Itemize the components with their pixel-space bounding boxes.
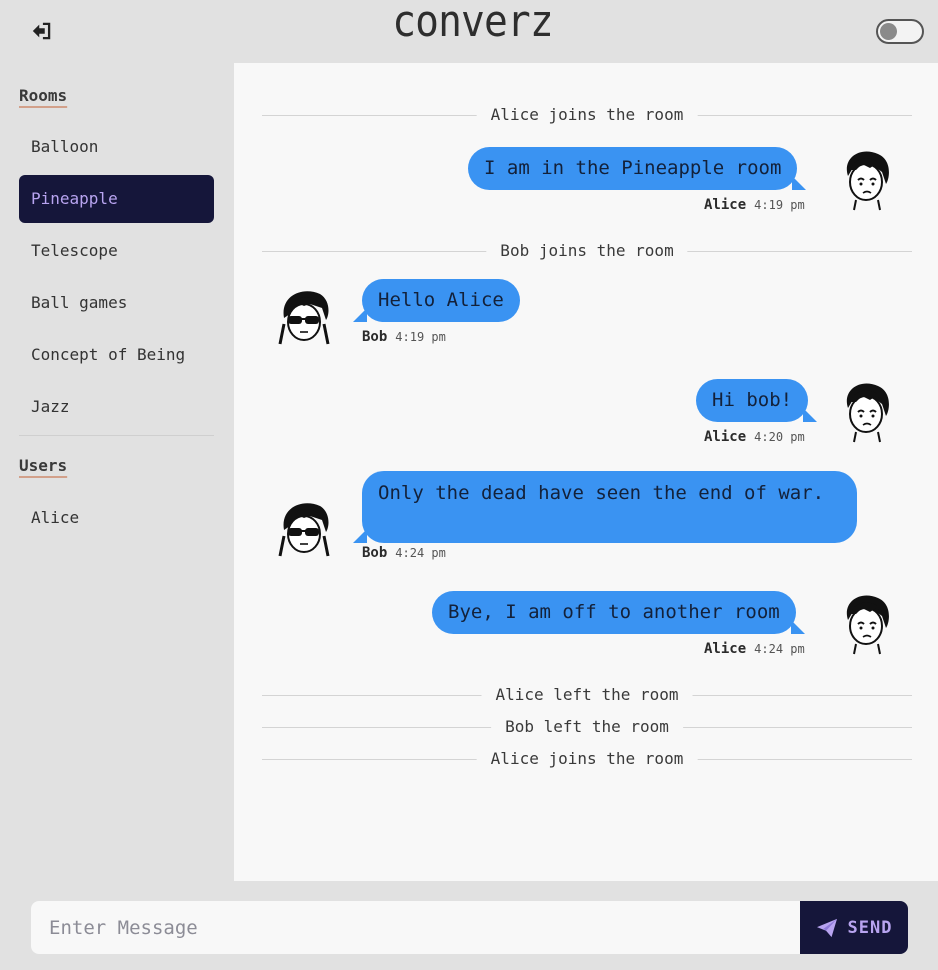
chat-panel: Alice joins the room I am in the Pineapp… bbox=[234, 63, 938, 881]
system-message-text: Bob joins the room bbox=[486, 241, 688, 260]
sidebar-item-concept-of-being[interactable]: Concept of Being bbox=[19, 331, 214, 379]
message-bubble: Hi bob! bbox=[696, 379, 818, 422]
system-message-text: Alice joins the room bbox=[476, 749, 698, 768]
message-author: Bob bbox=[362, 545, 388, 561]
message-meta: Alice 4:19 pm bbox=[704, 197, 805, 213]
theme-toggle[interactable] bbox=[876, 19, 924, 44]
bob-avatar bbox=[278, 503, 330, 557]
send-button-label: SEND bbox=[847, 917, 893, 938]
sidebar-item-pineapple[interactable]: Pineapple bbox=[19, 175, 214, 223]
message-meta: Bob 4:19 pm bbox=[362, 329, 446, 345]
paper-plane-icon bbox=[816, 918, 837, 937]
user-item-alice[interactable]: Alice bbox=[31, 508, 79, 527]
alice-avatar bbox=[846, 383, 889, 443]
app-title: converz bbox=[392, 0, 553, 47]
message-bubble: I am in the Pineapple room bbox=[468, 147, 807, 190]
message-time: 4:24 pm bbox=[395, 546, 446, 560]
system-message: Bob left the room bbox=[262, 717, 912, 737]
message-bubble: Only the dead have seen the end of war. bbox=[353, 471, 857, 543]
system-message: Alice left the room bbox=[262, 685, 912, 705]
system-message: Bob joins the room bbox=[262, 241, 912, 261]
message-meta: Bob 4:24 pm bbox=[362, 545, 446, 561]
system-message: Alice joins the room bbox=[262, 105, 912, 125]
message-author: Alice bbox=[704, 641, 747, 657]
message-author: Alice bbox=[704, 429, 747, 445]
message-time: 4:19 pm bbox=[395, 330, 446, 344]
sidebar-item-jazz[interactable]: Jazz bbox=[19, 383, 214, 431]
sidebar-item-balloon[interactable]: Balloon bbox=[19, 123, 214, 171]
message-bubble: Bye, I am off to another room bbox=[432, 591, 805, 634]
alice-avatar bbox=[846, 595, 889, 655]
rooms-heading: Rooms bbox=[19, 86, 68, 105]
message-meta: Alice 4:20 pm bbox=[704, 429, 805, 445]
message-author: Bob bbox=[362, 329, 388, 345]
system-message-text: Alice joins the room bbox=[476, 105, 698, 124]
sidebar-item-telescope[interactable]: Telescope bbox=[19, 227, 214, 275]
sidebar-item-ball-games[interactable]: Ball games bbox=[19, 279, 214, 327]
sidebar-divider bbox=[19, 435, 214, 436]
system-message-text: Bob left the room bbox=[491, 717, 683, 736]
system-message-text: Alice left the room bbox=[481, 685, 693, 704]
message-bubble: Hello Alice bbox=[353, 279, 520, 322]
send-button[interactable]: SEND bbox=[800, 901, 908, 954]
message-input[interactable] bbox=[31, 901, 802, 954]
system-message: Alice joins the room bbox=[262, 749, 912, 769]
sidebar: Rooms Balloon Pineapple Telescope Ball g… bbox=[0, 62, 234, 882]
message-time: 4:24 pm bbox=[754, 642, 805, 656]
message-time: 4:20 pm bbox=[754, 430, 805, 444]
app-header: converz bbox=[0, 0, 938, 62]
toggle-knob bbox=[880, 23, 897, 40]
message-author: Alice bbox=[704, 197, 747, 213]
alice-avatar bbox=[846, 151, 889, 211]
message-time: 4:19 pm bbox=[754, 198, 805, 212]
users-heading: Users bbox=[19, 456, 68, 475]
bob-avatar bbox=[278, 291, 330, 345]
message-meta: Alice 4:24 pm bbox=[704, 641, 805, 657]
